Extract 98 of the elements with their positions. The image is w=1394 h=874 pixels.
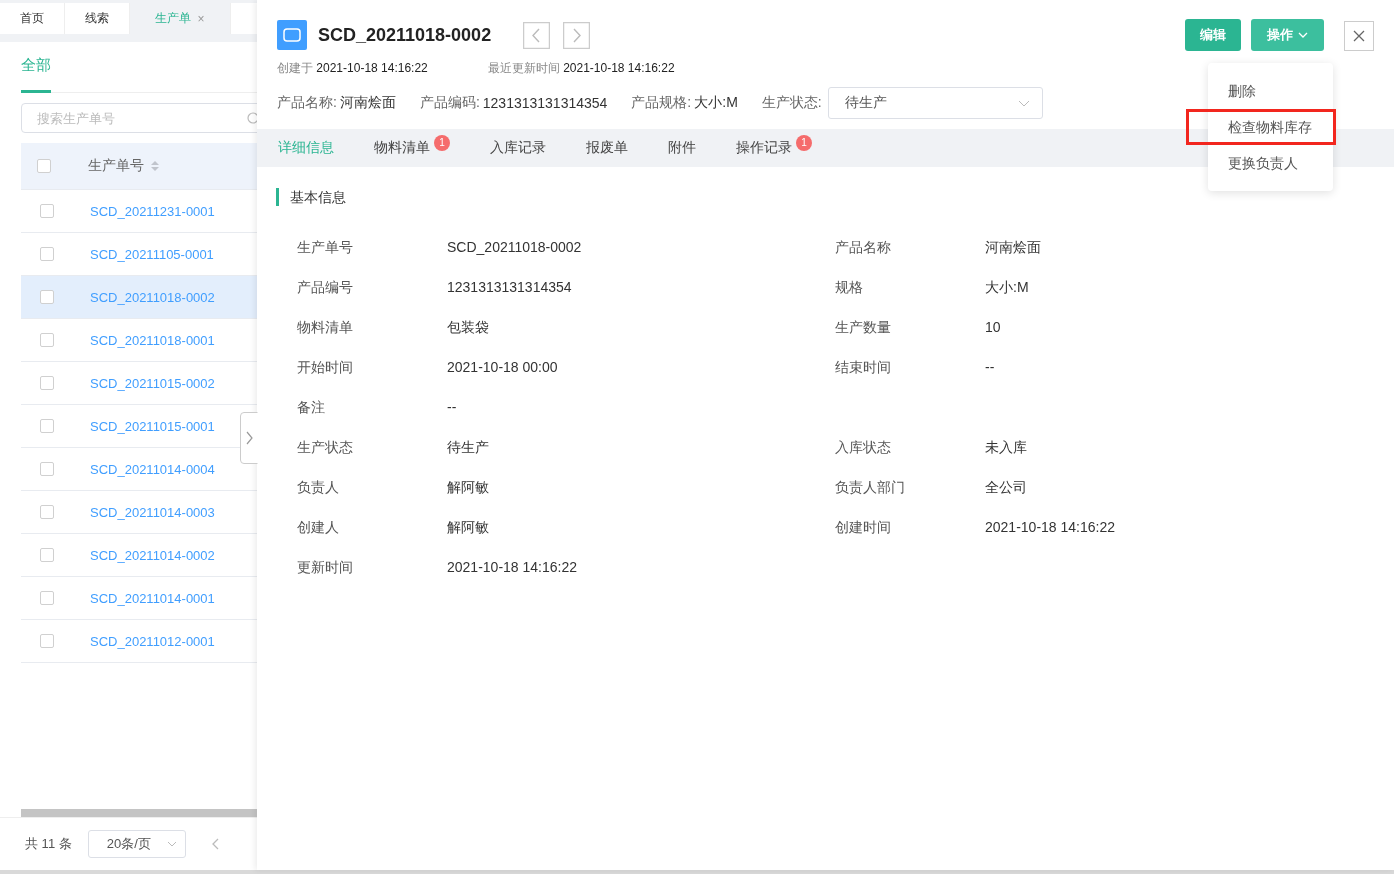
sort-icon [150, 160, 160, 172]
field-label: 产品编码: [419, 94, 480, 112]
order-link[interactable]: SCD_20211018-0001 [90, 332, 215, 348]
menu-item[interactable]: 删除 [1208, 73, 1333, 109]
updated-time: 最近更新时间 2021-10-18 14:16:22 [487, 60, 675, 77]
search-field[interactable]: 搜索生产单号 [21, 103, 257, 133]
close-icon[interactable]: × [197, 11, 205, 26]
order-link[interactable]: SCD_20211105-0001 [90, 246, 214, 262]
field-value: 2021-10-18 14:16:22 [985, 519, 1115, 537]
field-value: 1231313131314354 [447, 279, 572, 297]
field-label: 备注 [297, 399, 326, 417]
order-link[interactable]: SCD_20211012-0001 [90, 633, 215, 649]
field-value: -- [985, 359, 995, 377]
field-label: 生产数量 [835, 319, 892, 337]
checkbox[interactable] [40, 505, 54, 519]
field-label: 开始时间 [297, 359, 354, 377]
field-value: 全公司 [985, 479, 1027, 497]
total-count: 共 11 条 [25, 835, 72, 853]
order-link[interactable]: SCD_20211018-0002 [90, 289, 215, 305]
order-link[interactable]: SCD_20211015-0001 [90, 418, 215, 434]
field-value: 河南烩面 [985, 239, 1041, 257]
field-label: 结束时间 [835, 359, 892, 377]
checkbox[interactable] [40, 634, 54, 648]
field-value: 大小:M [985, 279, 1029, 297]
actions-button[interactable]: 操作 [1251, 19, 1324, 51]
checkbox[interactable] [40, 591, 54, 605]
checkbox[interactable] [40, 548, 54, 562]
field-label: 生产单号 [297, 239, 354, 257]
field-value: 2021-10-18 14:16:22 [447, 559, 577, 577]
next-button[interactable] [563, 21, 591, 49]
menu-item[interactable]: 更换负责人 [1208, 145, 1333, 181]
page-tab[interactable]: 首页 [0, 3, 65, 34]
field-value: 10 [985, 319, 1001, 337]
menu-item[interactable]: 检查物料库存 [1186, 109, 1336, 145]
checkbox[interactable] [37, 159, 51, 173]
expand-handle[interactable] [240, 412, 258, 464]
field-label: 产品编号 [297, 279, 354, 297]
field-label: 物料清单 [297, 319, 354, 337]
field-value: 包装袋 [447, 319, 489, 337]
chevron-left-icon[interactable] [211, 838, 220, 850]
column-header[interactable]: 生产单号 [88, 157, 144, 175]
field-value: 待生产 [447, 439, 489, 457]
field-value: 大小:M [694, 94, 738, 112]
field-label: 创建时间 [835, 519, 892, 537]
field-label: 规格 [835, 279, 864, 297]
search-icon [247, 112, 257, 124]
field-label: 产品名称 [835, 239, 892, 257]
field-label: 入库状态 [835, 439, 892, 457]
page-tab[interactable]: 生产单 × [130, 3, 231, 34]
field-value: 解阿敏 [447, 479, 489, 497]
page-size-select[interactable]: 20条/页 [87, 830, 186, 858]
field-value: -- [447, 399, 457, 417]
scrollbar[interactable] [21, 809, 257, 817]
field-label: 生产状态: [761, 94, 822, 112]
detail-tab[interactable]: 附件 [668, 139, 696, 157]
checkbox[interactable] [40, 333, 54, 347]
count-badge: 1 [796, 135, 812, 151]
created-time: 创建于 2021-10-18 14:16:22 [277, 60, 428, 77]
filter-tab[interactable]: 全部 [21, 42, 51, 93]
field-label: 更新时间 [297, 559, 354, 577]
table-row[interactable]: SCD_20211018-0002 [21, 276, 257, 319]
field-value: 河南烩面 [339, 94, 396, 112]
order-link[interactable]: SCD_20211014-0003 [90, 504, 215, 520]
order-link[interactable]: SCD_20211015-0002 [90, 375, 215, 391]
field-label: 生产状态 [297, 439, 354, 457]
field-value: 2021-10-18 00:00 [447, 359, 558, 377]
checkbox[interactable] [40, 247, 54, 261]
edit-button[interactable]: 编辑 [1185, 19, 1241, 51]
field-value: SCD_20211018-0002 [447, 239, 582, 257]
order-link[interactable]: SCD_20211231-0001 [90, 203, 215, 219]
order-link[interactable]: SCD_20211014-0001 [90, 590, 215, 606]
previous-button[interactable] [523, 21, 551, 49]
chevron-down-icon [166, 841, 177, 847]
detail-tab[interactable]: 详细信息 [278, 139, 334, 157]
checkbox[interactable] [40, 204, 54, 218]
field-value: 1231313131314354 [482, 95, 608, 111]
detail-tab[interactable]: 入库记录 [490, 139, 546, 157]
close-button[interactable] [1344, 21, 1374, 51]
detail-tab[interactable]: 报废单 [586, 139, 628, 157]
field-value: 解阿敏 [447, 519, 489, 537]
chevron-down-icon [1017, 99, 1030, 107]
field-label: 产品规格: [631, 94, 692, 112]
field-value: 未入库 [985, 439, 1027, 457]
field-label: 负责人部门 [835, 479, 906, 497]
checkbox[interactable] [40, 376, 54, 390]
order-title: SCD_20211018-0002 [318, 24, 492, 46]
status-select[interactable]: 待生产 [827, 87, 1043, 119]
checkbox[interactable] [40, 290, 54, 304]
chevron-down-icon [1298, 32, 1308, 38]
field-label: 负责人 [297, 479, 340, 497]
order-link[interactable]: SCD_20211014-0002 [90, 547, 215, 563]
order-link[interactable]: SCD_20211014-0004 [90, 461, 215, 477]
count-badge: 1 [434, 135, 450, 151]
field-label: 产品名称: [277, 94, 337, 112]
checkbox[interactable] [40, 419, 54, 433]
checkbox[interactable] [40, 462, 54, 476]
field-label: 创建人 [297, 519, 340, 537]
sn-icon [277, 20, 307, 50]
